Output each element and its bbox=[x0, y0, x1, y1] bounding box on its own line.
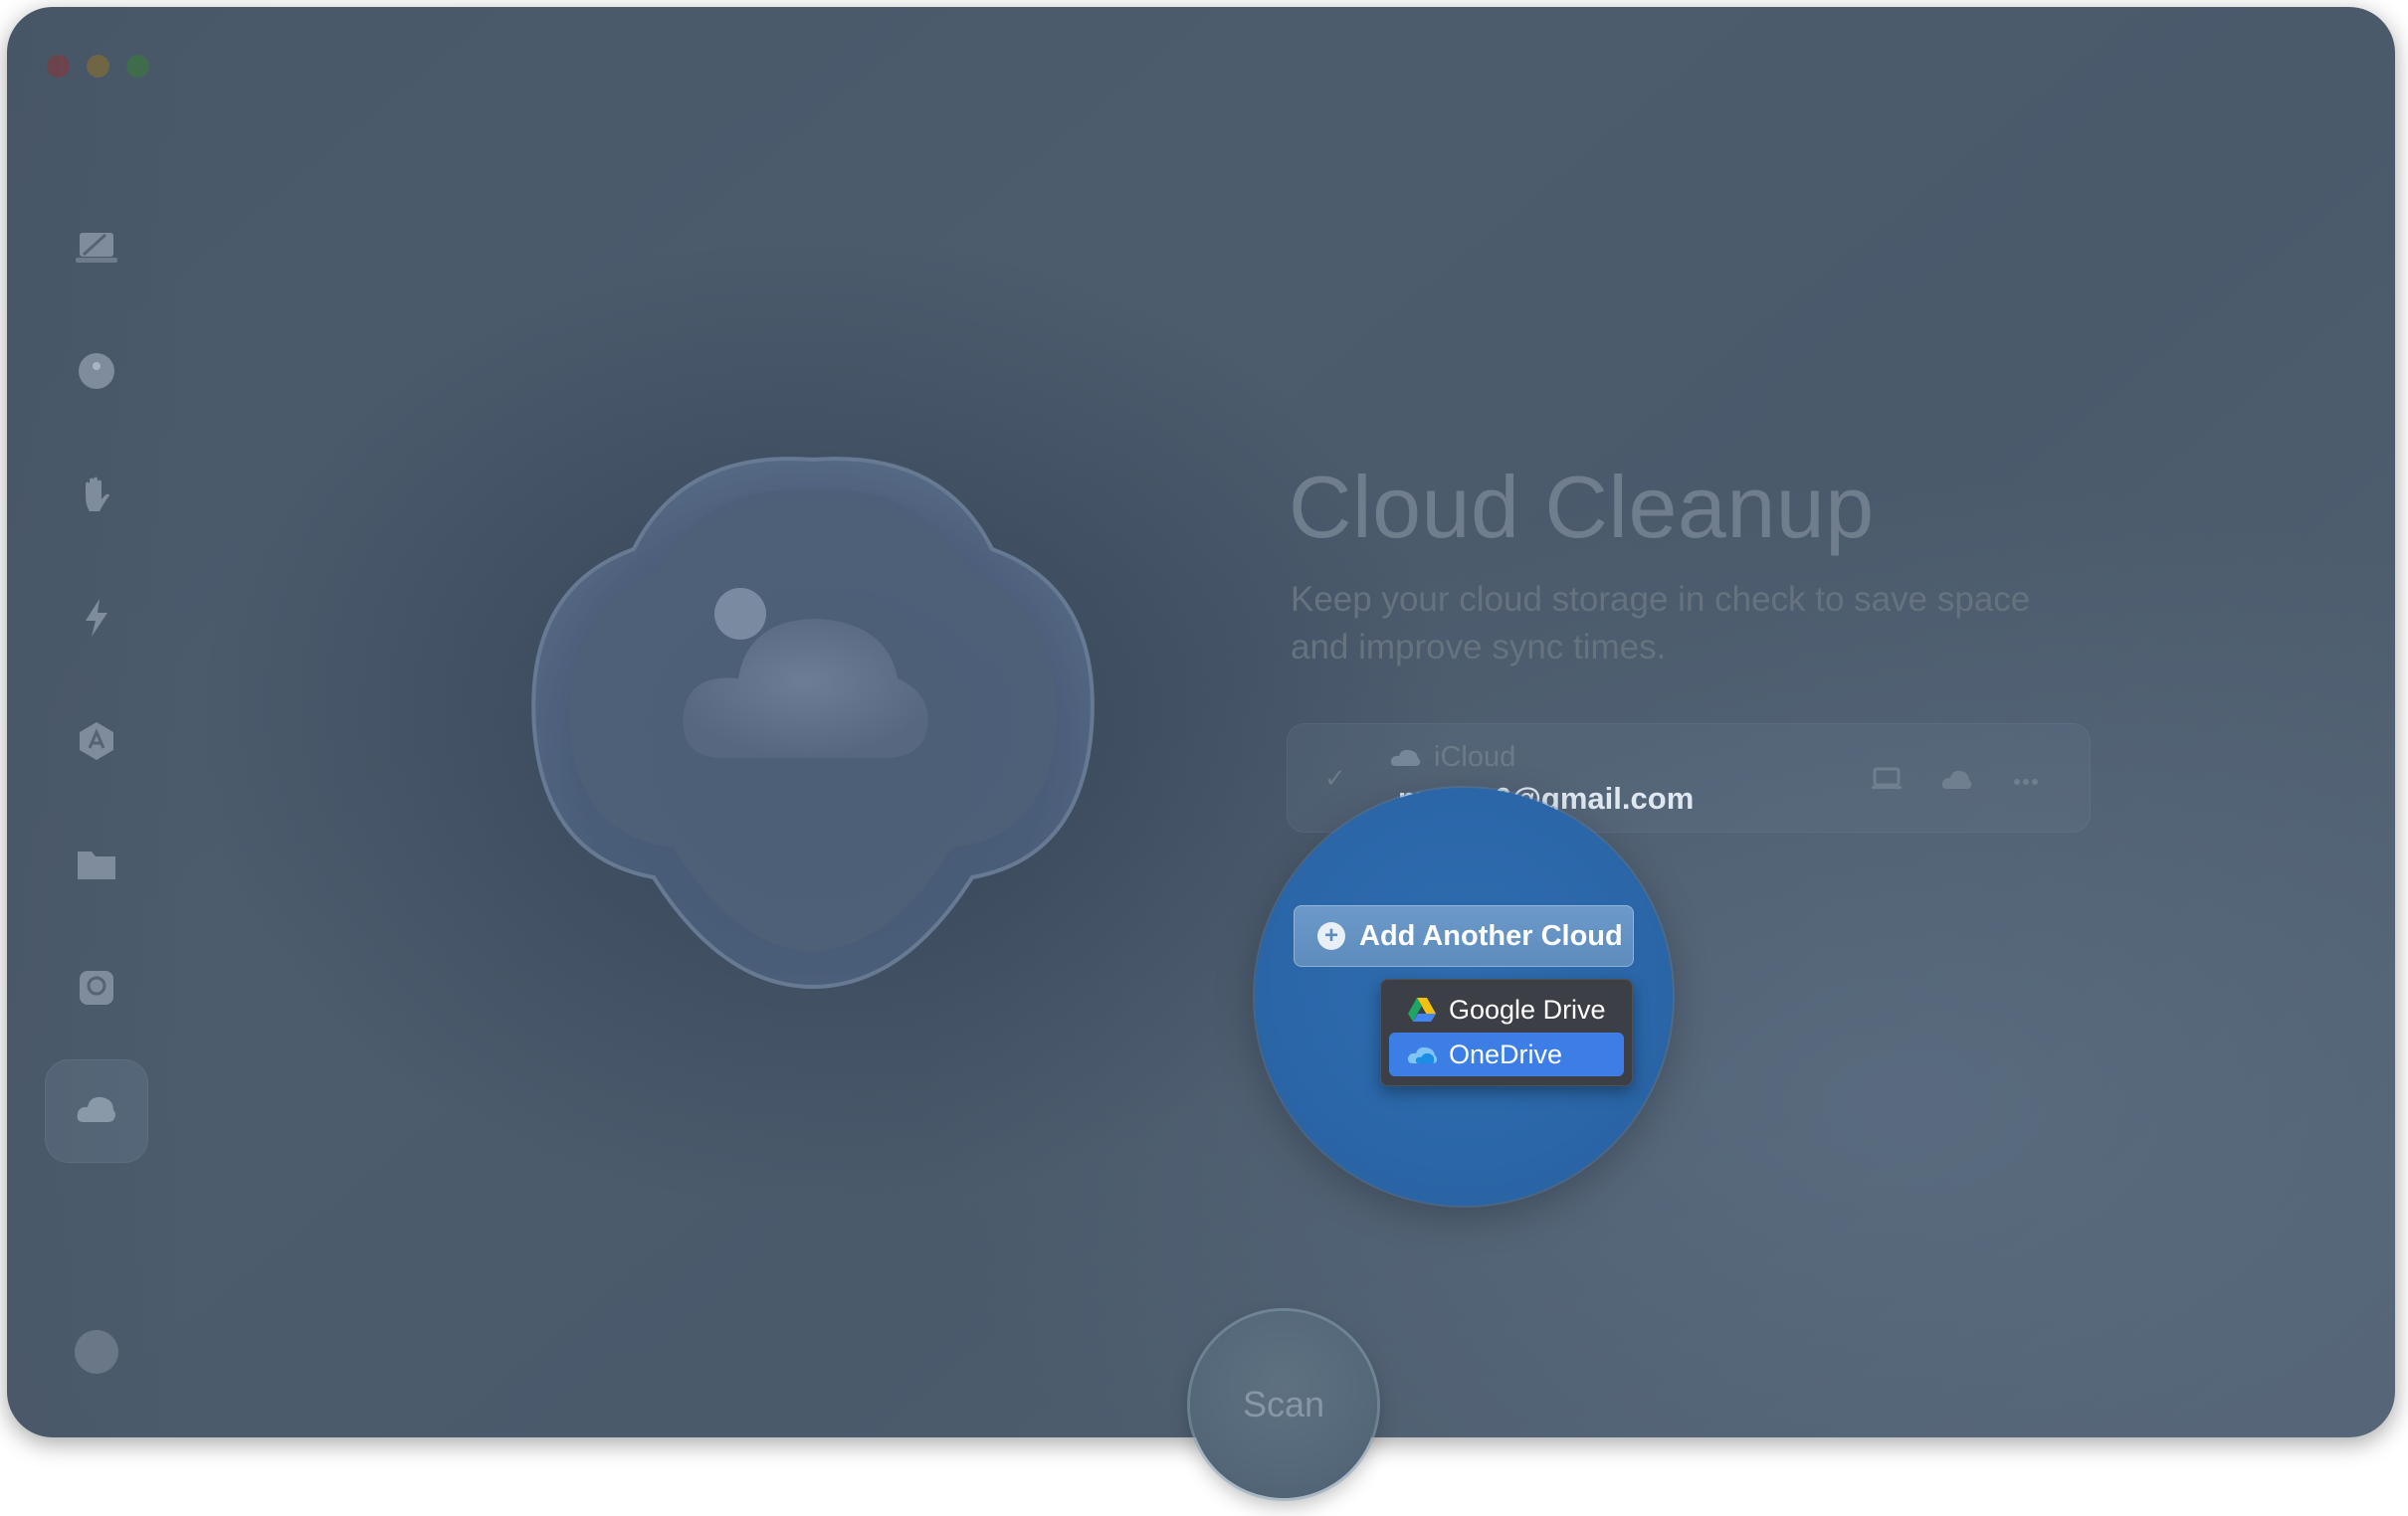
plus-icon: + bbox=[1317, 922, 1345, 950]
lightning-icon bbox=[86, 599, 107, 637]
menu-item-label: OneDrive bbox=[1449, 1039, 1563, 1069]
menu-item-onedrive[interactable]: OneDrive bbox=[1389, 1033, 1624, 1076]
sidebar-item-cloud-cleanup[interactable] bbox=[45, 1059, 148, 1163]
add-another-cloud-button[interactable]: + Add Another Cloud bbox=[1294, 905, 1634, 967]
sidebar bbox=[7, 7, 176, 1437]
onedrive-icon bbox=[1407, 1046, 1437, 1063]
sphere-icon bbox=[79, 353, 114, 389]
sidebar-item-applications[interactable] bbox=[45, 689, 148, 793]
app-window: Cloud Cleanup Keep your cloud storage in… bbox=[7, 7, 2395, 1437]
sidebar-item-my-clutter[interactable] bbox=[45, 813, 148, 916]
menu-item-google-drive[interactable]: Google Drive bbox=[1389, 988, 1624, 1032]
cloud-provider-menu: Google Drive OneDrive bbox=[1380, 979, 1633, 1086]
account-toggle-icon[interactable] bbox=[75, 1330, 118, 1374]
laptop-icon bbox=[76, 233, 117, 263]
more-icon[interactable] bbox=[2013, 773, 2039, 791]
scan-button[interactable]: Scan bbox=[1190, 1311, 1377, 1498]
page-title: Cloud Cleanup bbox=[1289, 458, 1875, 556]
sidebar-item-space-lens[interactable] bbox=[45, 936, 148, 1040]
cloud-icon bbox=[77, 1096, 115, 1122]
disk-icon bbox=[80, 971, 113, 1005]
add-another-cloud-label: Add Another Cloud bbox=[1359, 919, 1623, 952]
cloud-icon[interactable] bbox=[1941, 768, 1973, 795]
page: Cloud Cleanup Keep your cloud storage in… bbox=[0, 0, 2408, 1516]
checkmark-icon[interactable]: ✓ bbox=[1324, 763, 1346, 794]
sidebar-item-performance[interactable] bbox=[45, 566, 148, 669]
cloud-cleanup-illustration bbox=[531, 457, 1095, 990]
laptop-icon[interactable] bbox=[1872, 767, 1902, 796]
sidebar-item-protection[interactable] bbox=[45, 443, 148, 546]
page-subtitle: Keep your cloud storage in check to save… bbox=[1291, 580, 2031, 666]
apps-icon bbox=[80, 722, 113, 760]
account-actions bbox=[1872, 767, 2039, 796]
account-provider: iCloud bbox=[1434, 741, 1516, 773]
folder-icon bbox=[78, 852, 115, 879]
sidebar-item-smart-care[interactable] bbox=[45, 196, 148, 299]
sidebar-item-cleanup[interactable] bbox=[45, 319, 148, 423]
google-drive-icon bbox=[1408, 998, 1436, 1022]
menu-item-label: Google Drive bbox=[1449, 994, 1606, 1025]
hand-icon bbox=[86, 476, 109, 511]
icloud-icon bbox=[1390, 749, 1421, 766]
